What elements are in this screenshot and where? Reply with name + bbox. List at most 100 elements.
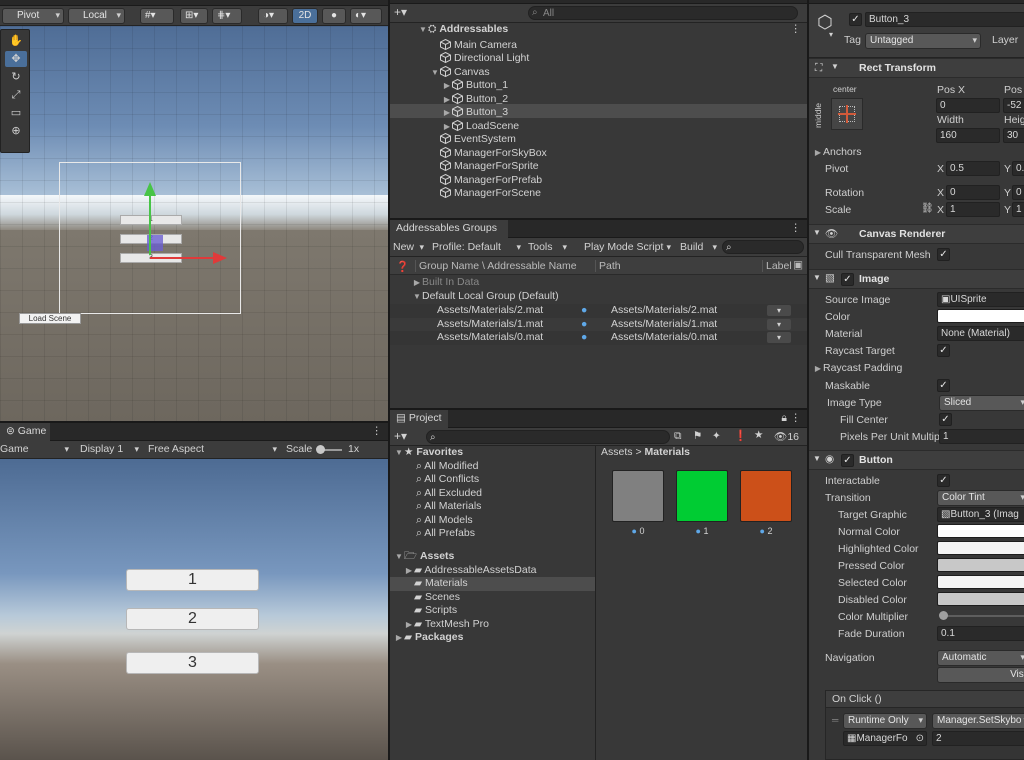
assets-row[interactable]: ▼🗁︎ Assets xyxy=(390,550,595,564)
draw-mode-button[interactable]: ◑▾ xyxy=(258,8,288,24)
hierarchy-scene-row[interactable]: ▼⛭ Addressables ⋮ xyxy=(390,23,807,37)
color-multiplier-slider[interactable] xyxy=(939,611,1024,620)
game-dropdown[interactable]: Game xyxy=(0,443,72,457)
project-tab-menu-icon[interactable]: ⋮ xyxy=(791,412,802,424)
disabled-color-swatch[interactable] xyxy=(937,592,1024,606)
ppu-field[interactable]: 1 xyxy=(939,429,1024,444)
source-image-field[interactable]: ▣UISprite xyxy=(937,292,1024,307)
groups-tab-menu-icon[interactable]: ⋮ xyxy=(791,222,802,234)
interactable-checkbox[interactable]: ✓ xyxy=(937,474,950,487)
asset-folder-item[interactable]: ▰ Materials xyxy=(390,577,595,591)
image-header[interactable]: ▼ ▧ ✓ Image xyxy=(809,269,1024,289)
tab-addressables-groups[interactable]: Addressables Groups xyxy=(390,220,508,238)
groups-profile-dropdown[interactable]: Profile: Default xyxy=(432,241,524,253)
rotate-tool-icon[interactable]: ↻ xyxy=(5,69,27,85)
grid-snap-button[interactable]: #▾ xyxy=(140,8,174,24)
expand-arrow-icon[interactable]: ▼ xyxy=(394,550,404,564)
image-enabled-checkbox[interactable]: ✓ xyxy=(841,273,854,286)
hierarchy-search-input[interactable]: ⌕ All xyxy=(528,6,798,20)
expand-arrow-icon[interactable]: ▼ xyxy=(412,290,422,304)
material-field[interactable]: None (Material) xyxy=(937,326,1024,341)
favorite-item[interactable]: ⌕ All Prefabs xyxy=(390,527,595,541)
scale-y-field[interactable]: 1 xyxy=(1012,202,1024,217)
material-tile[interactable]: ● 2 xyxy=(740,470,794,540)
expand-arrow-icon[interactable]: ▶ xyxy=(404,618,414,632)
scene-load-scene-button[interactable]: Load Scene xyxy=(19,313,81,324)
expand-arrow-icon[interactable]: ▶ xyxy=(394,631,404,645)
project-search-input[interactable]: ⌕ xyxy=(426,430,670,444)
hierarchy-item[interactable]: ▶ LoadScene xyxy=(390,118,807,132)
tab-project[interactable]: ▤ Project xyxy=(390,410,448,428)
target-graphic-field[interactable]: ▧Button_3 (Imag xyxy=(937,507,1024,522)
groups-new-dropdown[interactable]: New xyxy=(393,241,427,253)
game-button-2[interactable]: 2 xyxy=(126,608,259,630)
grid-visibility-button[interactable]: ⋕▾ xyxy=(212,8,242,24)
raycast-padding-foldout[interactable]: ▶ Raycast Padding xyxy=(813,362,902,374)
scale-slider-thumb[interactable] xyxy=(316,445,325,454)
expand-arrow-icon[interactable]: ▶ xyxy=(412,276,422,290)
favorites-row[interactable]: ▼★ Favorites xyxy=(390,446,595,460)
runtime-dropdown[interactable]: Runtime Only xyxy=(843,713,927,729)
transition-dropdown[interactable]: Color Tint xyxy=(937,490,1024,506)
function-dropdown[interactable]: Manager.SetSkybo xyxy=(932,713,1024,729)
object-name-field[interactable]: Button_3 xyxy=(865,12,1024,27)
pos-y-field[interactable]: -52 xyxy=(1003,98,1024,113)
game-button-3[interactable]: 3 xyxy=(126,652,259,674)
normal-color-swatch[interactable] xyxy=(937,524,1024,538)
asset-folder-item[interactable]: ▰ Scripts xyxy=(390,604,595,618)
packages-row[interactable]: ▶ ▰ Packages xyxy=(390,631,595,645)
rot-x-field[interactable]: 0 xyxy=(946,185,1000,200)
color-multiplier-thumb[interactable] xyxy=(939,611,948,620)
project-add-button[interactable]: +▾ xyxy=(394,429,407,443)
active-checkbox[interactable]: ✓ xyxy=(849,13,862,26)
argument-field[interactable]: 2 xyxy=(932,731,1024,746)
tag-dropdown[interactable]: Untagged xyxy=(865,33,981,49)
hierarchy-item[interactable]: ▶ Button_2 xyxy=(390,91,807,105)
columns-menu-icon[interactable]: ▣ xyxy=(793,259,803,271)
width-field[interactable]: 160 xyxy=(936,128,1000,143)
favorite-item[interactable]: ⌕ All Conflicts xyxy=(390,473,595,487)
hand-tool-icon[interactable]: ✋ xyxy=(5,33,27,49)
move-tool-icon[interactable]: ✥ xyxy=(5,51,27,67)
transform-tool-icon[interactable]: ⊕ xyxy=(5,123,27,139)
group-entry-row[interactable]: Assets/Materials/2.mat ● Assets/Materials/… xyxy=(390,304,807,318)
pressed-color-swatch[interactable] xyxy=(937,558,1024,572)
hierarchy-item[interactable]: ▶ Button_3 xyxy=(390,104,807,118)
default-group-row[interactable]: ▼Default Local Group (Default) xyxy=(390,290,807,304)
material-tile[interactable]: ● 1 xyxy=(676,470,730,540)
pos-x-field[interactable]: 0 xyxy=(936,98,1000,113)
groups-playmode-dropdown[interactable]: Play Mode Script xyxy=(584,241,674,253)
entry-label-dropdown[interactable]: ▾ xyxy=(767,332,791,343)
groups-tools-dropdown[interactable]: Tools xyxy=(528,241,570,253)
lighting-toggle[interactable]: ● xyxy=(322,8,346,24)
image-type-dropdown[interactable]: Sliced xyxy=(939,395,1024,411)
visualize-button[interactable]: Visi xyxy=(937,667,1024,683)
col-path[interactable]: Path xyxy=(595,260,621,272)
expand-arrow-icon[interactable]: ▼ xyxy=(394,446,404,460)
group-entry-row[interactable]: Assets/Materials/1.mat ● Assets/Materials/… xyxy=(390,317,807,331)
mode-2d-button[interactable]: 2D xyxy=(292,8,318,24)
col-label[interactable]: Label xyxy=(762,260,792,272)
button-header[interactable]: ▼ ◉ ✓ Button xyxy=(809,450,1024,470)
constrain-proportions-icon[interactable]: ⛓ xyxy=(921,203,934,214)
audio-toggle[interactable]: ◐▾ xyxy=(350,8,382,24)
aspect-dropdown[interactable]: Free Aspect xyxy=(148,443,280,457)
favorite-item[interactable]: ⌕ All Materials xyxy=(390,500,595,514)
fade-duration-field[interactable]: 0.1 xyxy=(937,626,1024,641)
scale-x-field[interactable]: 1 xyxy=(946,202,1000,217)
hierarchy-item[interactable]: Main Camera xyxy=(390,37,807,51)
favorite-item[interactable]: ⌕ All Modified xyxy=(390,460,595,474)
breadcrumb-root[interactable]: Assets xyxy=(601,446,633,458)
rect-transform-header[interactable]: ⛶ ▼ Rect Transform xyxy=(809,58,1024,78)
favorite-item[interactable]: ⌕ All Models xyxy=(390,514,595,528)
hierarchy-item[interactable]: Directional Light xyxy=(390,50,807,64)
raycast-target-checkbox[interactable]: ✓ xyxy=(937,344,950,357)
hierarchy-item[interactable]: ManagerForSkyBox xyxy=(390,145,807,159)
scale-tool-icon[interactable]: ⤢ xyxy=(5,87,27,103)
favorite-star-icon[interactable]: ★ xyxy=(754,429,763,441)
visibility-count[interactable]: 👁︎16 xyxy=(774,430,799,443)
target-object-field[interactable]: ▦ManagerFo ⊙ xyxy=(843,731,927,746)
pivot-x-field[interactable]: 0.5 xyxy=(946,161,1000,176)
expand-arrow-icon[interactable]: ▼ xyxy=(418,23,428,37)
group-entry-row[interactable]: Assets/Materials/0.mat ● Assets/Materials/… xyxy=(390,331,807,345)
